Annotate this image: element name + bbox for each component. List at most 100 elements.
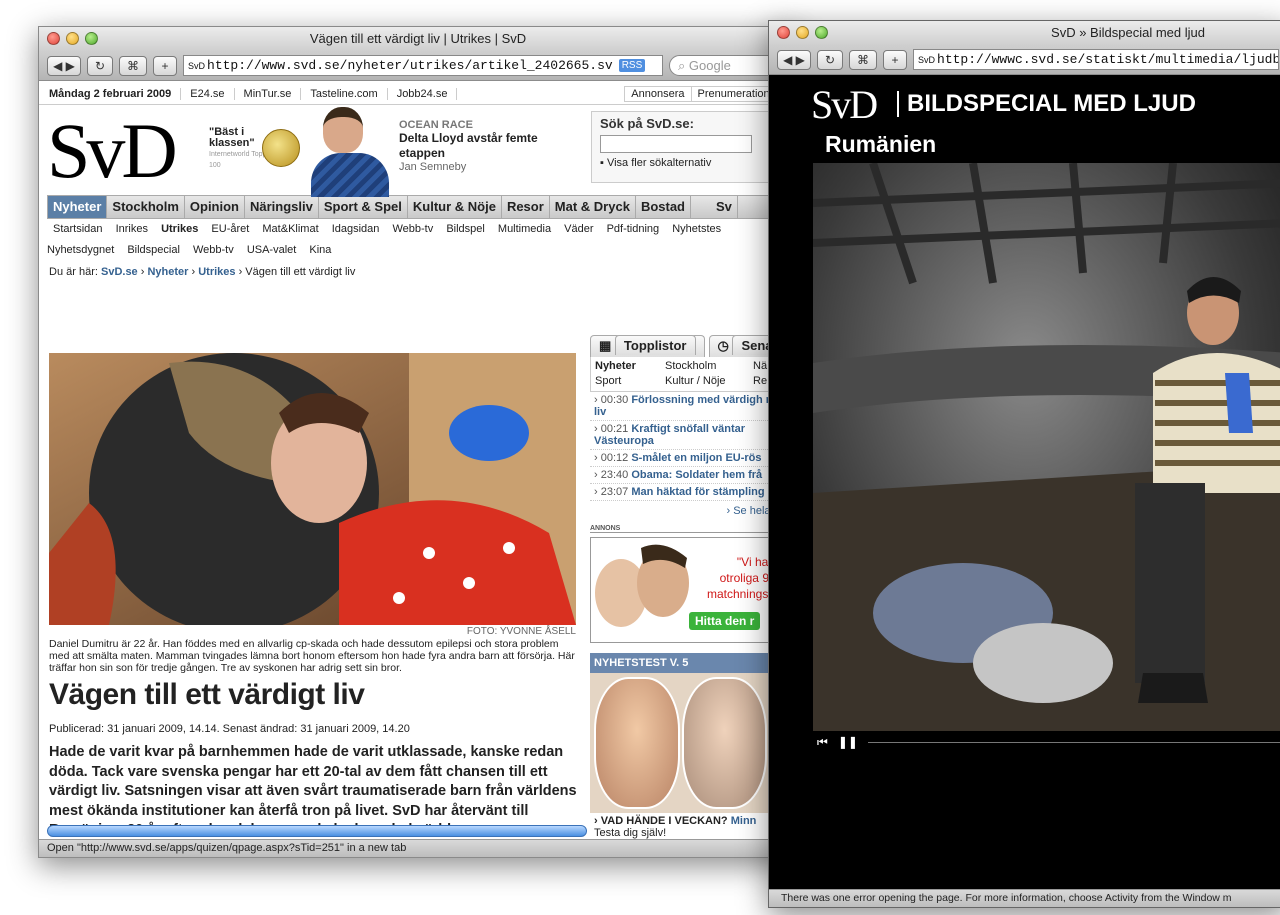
top-right-link[interactable]: Prenumeration (690, 85, 777, 102)
subnav-item[interactable]: Pdf-tidning (607, 223, 660, 235)
progress-scrubber[interactable] (867, 741, 1280, 743)
subnav-item[interactable]: Mat&Klimat (262, 223, 318, 235)
ad-banner[interactable]: "Vi had otroliga 9 i matchningsp Hitta d… (590, 537, 797, 643)
close-window-button[interactable] (47, 32, 60, 45)
top-link[interactable]: MinTur.se (235, 87, 302, 100)
pause-button[interactable]: ❚❚ (838, 735, 858, 749)
minimize-window-button[interactable] (796, 26, 809, 39)
teaser[interactable]: OCEAN RACE Delta Lloyd avstår femte etap… (399, 119, 569, 173)
nav-naringsliv[interactable]: Näringsliv (245, 196, 319, 218)
reload-button[interactable]: ↻ (817, 49, 843, 70)
subnav-item[interactable]: Bildspel (446, 223, 485, 235)
quiz-teaser[interactable]: › VAD HÄNDE I VECKAN? Minn Testa dig sjä… (590, 813, 797, 841)
quiz-photo[interactable] (590, 673, 797, 813)
subnav-item[interactable]: Webb-tv (392, 223, 433, 235)
main-nav: Nyheter Stockholm Opinion Näringsliv Spo… (47, 195, 797, 219)
top-link[interactable]: E24.se (181, 87, 235, 100)
close-window-button[interactable] (777, 26, 790, 39)
teaser-byline: Jan Semneby (399, 161, 467, 173)
subnav-item[interactable]: Utrikes (161, 223, 198, 235)
add-bookmark-button[interactable]: + (883, 49, 907, 70)
subnav-item[interactable]: Webb-tv (193, 244, 234, 256)
status-bar: There was one error opening the page. Fo… (769, 889, 1280, 907)
photo-caption: Daniel Dumitru är 22 år. Han föddes med … (49, 638, 575, 674)
quiz-header: NYHETSTEST V. 5 (590, 653, 797, 673)
photo-credit: FOTO: YVONNE ÅSELL (466, 626, 576, 637)
teaser-title[interactable]: Delta Lloyd avstår femte etappen (399, 131, 569, 161)
news-categories: Nyheter Stockholm Nä Sport Kultur / Nöje… (590, 357, 797, 392)
skip-back-icon[interactable]: ⏮ (817, 735, 828, 750)
subnav-item[interactable]: Idagsidan (332, 223, 380, 235)
columnist-photo[interactable] (311, 107, 389, 197)
nav-nyheter[interactable]: Nyheter (48, 196, 108, 218)
ad-button[interactable]: Hitta den r (689, 612, 761, 630)
reload-button[interactable]: ↻ (87, 55, 113, 76)
tab-topplistor[interactable]: ▦ Topplistor (590, 335, 705, 357)
search-options-link[interactable]: ▪ Visa fler sökalternativ (600, 157, 792, 169)
subnav-item[interactable]: Bildspecial (127, 244, 180, 256)
cat-link[interactable]: Stockholm (665, 359, 753, 374)
nav-more[interactable]: Sv (711, 196, 738, 218)
top-links-bar: Måndag 2 februari 2009 E24.se MinTur.se … (39, 83, 797, 105)
svd-logo[interactable]: SvD (47, 109, 178, 193)
news-item[interactable]: › 00:30 Förlossning med värdigh rädda li… (590, 392, 797, 421)
top-right-link[interactable]: Annonsera (624, 85, 692, 102)
add-bookmark-button[interactable]: + (153, 55, 177, 76)
cat-link[interactable]: Kultur / Nöje (665, 374, 753, 389)
loading-progress-bar (47, 825, 587, 837)
page-heading: BILDSPECIAL MED LJUD (897, 91, 1196, 117)
rss-button[interactable]: RSS (618, 59, 646, 72)
news-item[interactable]: › 00:12 S-målet en miljon EU-rös (590, 450, 797, 467)
article-photo[interactable] (49, 353, 576, 625)
crumb-link[interactable]: Utrikes (198, 266, 235, 278)
subnav-item[interactable]: Multimedia (498, 223, 551, 235)
snapback-icon[interactable]: ⌘ (849, 49, 877, 70)
subnav-item[interactable]: USA-valet (247, 244, 297, 256)
crumb-link[interactable]: Nyheter (147, 266, 188, 278)
subnav-item[interactable]: Väder (564, 223, 593, 235)
cat-link[interactable]: Nyheter (595, 359, 665, 374)
status-bar: Open "http://www.svd.se/apps/quizen/qpag… (39, 839, 797, 857)
teaser-kicker: OCEAN RACE (399, 119, 473, 131)
zoom-window-button[interactable] (85, 32, 98, 45)
top-link[interactable]: Tasteline.com (301, 87, 388, 100)
subnav-item[interactable]: EU-året (211, 223, 249, 235)
news-item[interactable]: › 00:21 Kraftigt snöfall väntar Västeuro… (590, 421, 797, 450)
subnav-item[interactable]: Startsidan (53, 223, 103, 235)
top-link[interactable]: Jobb24.se (388, 87, 458, 100)
title-bar: SvD » Bildspecial med ljud (769, 21, 1280, 45)
slideshow-photo[interactable] (813, 163, 1280, 731)
news-item[interactable]: › 23:40 Obama: Soldater hem frå (590, 467, 797, 484)
address-bar[interactable]: SvD http://wwwc.svd.se/statiskt/multimed… (913, 49, 1279, 70)
site-search: Sök på SvD.se: ▪ Visa fler sökalternativ (591, 111, 797, 183)
back-forward-buttons[interactable]: ◀ ▶ (47, 55, 81, 76)
nav-resor[interactable]: Resor (502, 196, 550, 218)
zoom-window-button[interactable] (815, 26, 828, 39)
nav-sport[interactable]: Sport & Spel (319, 196, 408, 218)
window-title: SvD » Bildspecial med ljud (1051, 25, 1205, 40)
subnav-item[interactable]: Nyhetstes (672, 223, 721, 235)
svd-logo: SvD (811, 82, 878, 127)
crumb-link[interactable]: SvD.se (101, 266, 138, 278)
site-search-input[interactable] (600, 135, 752, 153)
address-bar[interactable]: SvD http://www.svd.se/nyheter/utrikes/ar… (183, 55, 663, 76)
nav-stockholm[interactable]: Stockholm (107, 196, 185, 218)
subnav-item[interactable]: Nyhetsdygnet (47, 244, 114, 256)
page-content: Måndag 2 februari 2009 E24.se MinTur.se … (39, 83, 797, 857)
favicon: SvD (188, 60, 206, 71)
nav-opinion[interactable]: Opinion (185, 196, 245, 218)
snapback-icon[interactable]: ⌘ (119, 55, 147, 76)
minimize-window-button[interactable] (66, 32, 79, 45)
back-forward-buttons[interactable]: ◀ ▶ (777, 49, 811, 70)
nav-kultur[interactable]: Kultur & Nöje (408, 196, 502, 218)
nav-mat[interactable]: Mat & Dryck (550, 196, 636, 218)
cat-link[interactable]: Sport (595, 374, 665, 389)
browser-toolbar: ◀ ▶ ↻ ⌘ + SvD http://wwwc.svd.se/statisk… (769, 45, 1280, 75)
search-title: Sök på SvD.se: (600, 116, 694, 131)
subnav-item[interactable]: Kina (309, 244, 331, 256)
see-all-news-link[interactable]: › Se hela nyhets (590, 501, 797, 521)
news-item[interactable]: › 23:07 Man häktad för stämpling mord (590, 484, 797, 501)
nav-bostad[interactable]: Bostad (636, 196, 691, 218)
award-medal-icon (262, 129, 300, 167)
subnav-item[interactable]: Inrikes (116, 223, 148, 235)
